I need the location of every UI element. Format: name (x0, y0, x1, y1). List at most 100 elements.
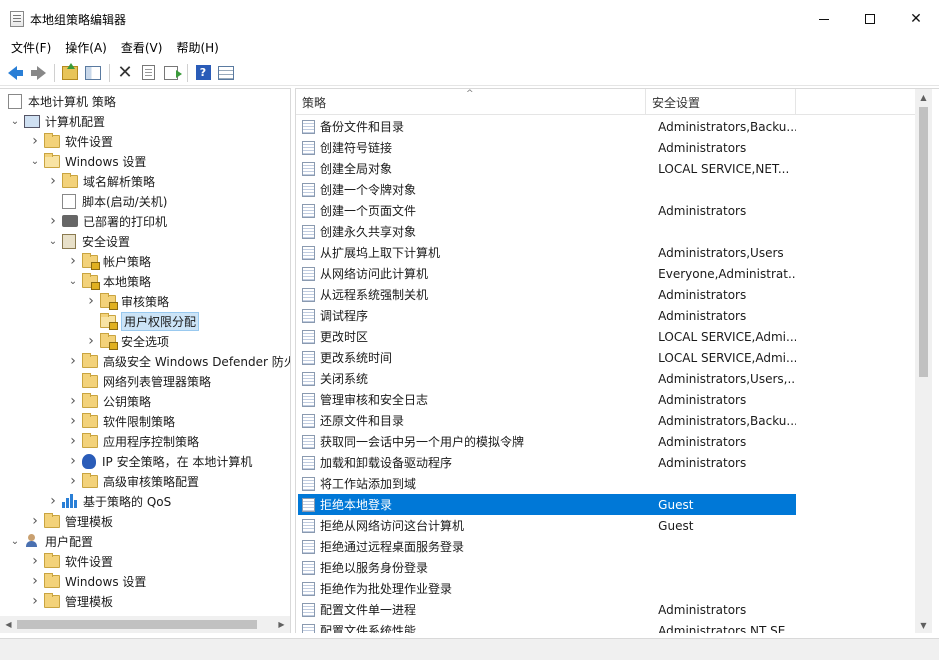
tree-item[interactable]: ⌄ 本地策略 (68, 271, 151, 291)
policy-row[interactable]: 拒绝以服务身份登录 (298, 557, 796, 578)
expanded-chevron-icon[interactable]: ⌄ (48, 231, 58, 251)
tree-item[interactable]: › 管理模板 (30, 591, 113, 611)
scroll-right-icon[interactable]: ▶ (273, 616, 290, 633)
column-header-policy[interactable]: 策略 ^ (296, 89, 646, 115)
delete-button[interactable]: ✕ (114, 62, 136, 84)
policy-row[interactable]: 从网络访问此计算机 Everyone,Administrat... (298, 263, 796, 284)
locked-folder-icon (82, 252, 100, 270)
policy-row[interactable]: 创建一个令牌对象 (298, 179, 796, 200)
scrollbar-thumb[interactable] (919, 107, 928, 377)
tree-horizontal-scrollbar[interactable]: ◀ ▶ (0, 616, 290, 633)
policy-row[interactable]: 配置文件系统性能 Administrators,NT SE... (298, 620, 796, 633)
back-button[interactable] (4, 62, 26, 84)
policy-row[interactable]: 关闭系统 Administrators,Users,... (298, 368, 796, 389)
collapsed-chevron-icon[interactable]: › (30, 511, 40, 531)
collapsed-chevron-icon[interactable]: › (30, 131, 40, 151)
policy-row[interactable]: 管理审核和安全日志 Administrators (298, 389, 796, 410)
policy-row[interactable]: 拒绝作为批处理作业登录 (298, 578, 796, 599)
collapsed-chevron-icon[interactable]: › (48, 171, 58, 191)
menu-file[interactable]: 文件(F) (4, 38, 58, 58)
expanded-chevron-icon[interactable]: ⌄ (10, 111, 20, 131)
policy-row[interactable]: 创建符号链接 Administrators (298, 137, 796, 158)
tree-item[interactable]: › 应用程序控制策略 (68, 431, 199, 451)
tree-item[interactable]: › IP 安全策略，在 本地计算机 (68, 451, 252, 471)
tree-item[interactable]: › 域名解析策略 (48, 171, 155, 191)
policy-row[interactable]: 获取同一会话中另一个用户的模拟令牌 Administrators (298, 431, 796, 452)
collapsed-chevron-icon[interactable]: › (68, 451, 78, 471)
collapsed-chevron-icon[interactable]: › (48, 211, 58, 231)
tree-item[interactable]: 网络列表管理器策略 (68, 371, 211, 391)
collapsed-chevron-icon[interactable]: › (86, 291, 96, 311)
up-one-level-button[interactable] (59, 62, 81, 84)
tree-item[interactable]: › 已部署的打印机 (48, 211, 167, 231)
scroll-down-icon[interactable]: ▼ (915, 617, 932, 633)
policy-row[interactable]: 从远程系统强制关机 Administrators (298, 284, 796, 305)
maximize-button[interactable] (847, 0, 893, 38)
collapsed-chevron-icon[interactable]: › (48, 491, 58, 511)
expanded-chevron-icon[interactable]: ⌄ (30, 151, 40, 171)
minimize-button[interactable] (801, 0, 847, 38)
tree-item[interactable]: › 管理模板 (30, 511, 113, 531)
tree-item[interactable]: ⌄ Windows 设置 (30, 151, 146, 171)
collapsed-chevron-icon[interactable]: › (68, 471, 78, 491)
policy-row[interactable]: 将工作站添加到域 (298, 473, 796, 494)
tree-item[interactable]: › 高级安全 Windows Defender 防火 (68, 351, 290, 371)
scrollbar-thumb[interactable] (17, 620, 257, 629)
tree-item[interactable]: › 软件设置 (30, 551, 113, 571)
tree-item[interactable]: 用户权限分配 (86, 311, 200, 331)
tree-item[interactable]: ⌄ 用户配置 (10, 531, 93, 551)
export-list-button[interactable] (160, 62, 182, 84)
tree-item[interactable]: › 基于策略的 QoS (48, 491, 171, 511)
policy-row[interactable]: 拒绝通过远程桌面服务登录 (298, 536, 796, 557)
scroll-up-icon[interactable]: ▲ (915, 89, 932, 106)
tree-item[interactable]: › 软件限制策略 (68, 411, 175, 431)
collapsed-chevron-icon[interactable]: › (68, 251, 78, 271)
help-button[interactable]: ? (192, 62, 214, 84)
forward-button[interactable] (27, 62, 49, 84)
tree-item[interactable]: 脚本(启动/关机) (48, 191, 167, 211)
collapsed-chevron-icon[interactable]: › (68, 431, 78, 451)
close-button[interactable]: ✕ (893, 0, 939, 38)
policy-row[interactable]: 拒绝从网络访问这台计算机 Guest (298, 515, 796, 536)
scroll-left-icon[interactable]: ◀ (0, 616, 17, 633)
policy-row[interactable]: 更改系统时间 LOCAL SERVICE,Admi... (298, 347, 796, 368)
expanded-chevron-icon[interactable]: ⌄ (68, 271, 78, 291)
collapsed-chevron-icon[interactable]: › (30, 591, 40, 611)
list-vertical-scrollbar[interactable]: ▲ ▼ (915, 89, 932, 633)
menu-action[interactable]: 操作(A) (58, 38, 114, 58)
tree-item[interactable]: ⌄ 安全设置 (48, 231, 130, 251)
policy-row[interactable]: 创建永久共享对象 (298, 221, 796, 242)
policy-row[interactable]: 配置文件单一进程 Administrators (298, 599, 796, 620)
tree-item[interactable]: › 高级审核策略配置 (68, 471, 199, 491)
menu-help[interactable]: 帮助(H) (169, 38, 225, 58)
policy-row[interactable]: 创建全局对象 LOCAL SERVICE,NET... (298, 158, 796, 179)
policy-row[interactable]: 更改时区 LOCAL SERVICE,Admi... (298, 326, 796, 347)
policy-row[interactable]: 拒绝本地登录 Guest (298, 494, 796, 515)
properties-button[interactable] (137, 62, 159, 84)
tree-item[interactable]: › 软件设置 (30, 131, 113, 151)
tree-item[interactable]: › 安全选项 (86, 331, 169, 351)
tree-item[interactable]: › 帐户策略 (68, 251, 151, 271)
collapsed-chevron-icon[interactable]: › (30, 571, 40, 591)
tree-item[interactable]: › Windows 设置 (30, 571, 146, 591)
tree-item[interactable]: › 公钥策略 (68, 391, 151, 411)
policy-row[interactable]: 还原文件和目录 Administrators,Backu... (298, 410, 796, 431)
expanded-chevron-icon[interactable]: ⌄ (10, 531, 20, 551)
policy-row[interactable]: 从扩展坞上取下计算机 Administrators,Users (298, 242, 796, 263)
policy-row[interactable]: 创建一个页面文件 Administrators (298, 200, 796, 221)
tree-item[interactable]: › 审核策略 (86, 291, 169, 311)
collapsed-chevron-icon[interactable]: › (68, 351, 78, 371)
view-button[interactable] (215, 62, 237, 84)
collapsed-chevron-icon[interactable]: › (86, 331, 96, 351)
collapsed-chevron-icon[interactable]: › (68, 411, 78, 431)
policy-row[interactable]: 调试程序 Administrators (298, 305, 796, 326)
collapsed-chevron-icon[interactable]: › (30, 551, 40, 571)
policy-row[interactable]: 备份文件和目录 Administrators,Backu... (298, 116, 796, 137)
policy-row[interactable]: 加载和卸载设备驱动程序 Administrators (298, 452, 796, 473)
menu-view[interactable]: 查看(V) (114, 38, 170, 58)
show-hide-tree-button[interactable] (82, 62, 104, 84)
column-header-security-setting[interactable]: 安全设置 (646, 89, 796, 115)
collapsed-chevron-icon[interactable]: › (68, 391, 78, 411)
tree-item[interactable]: 本地计算机 策略 (8, 91, 116, 111)
tree-item[interactable]: ⌄ 计算机配置 (10, 111, 105, 131)
